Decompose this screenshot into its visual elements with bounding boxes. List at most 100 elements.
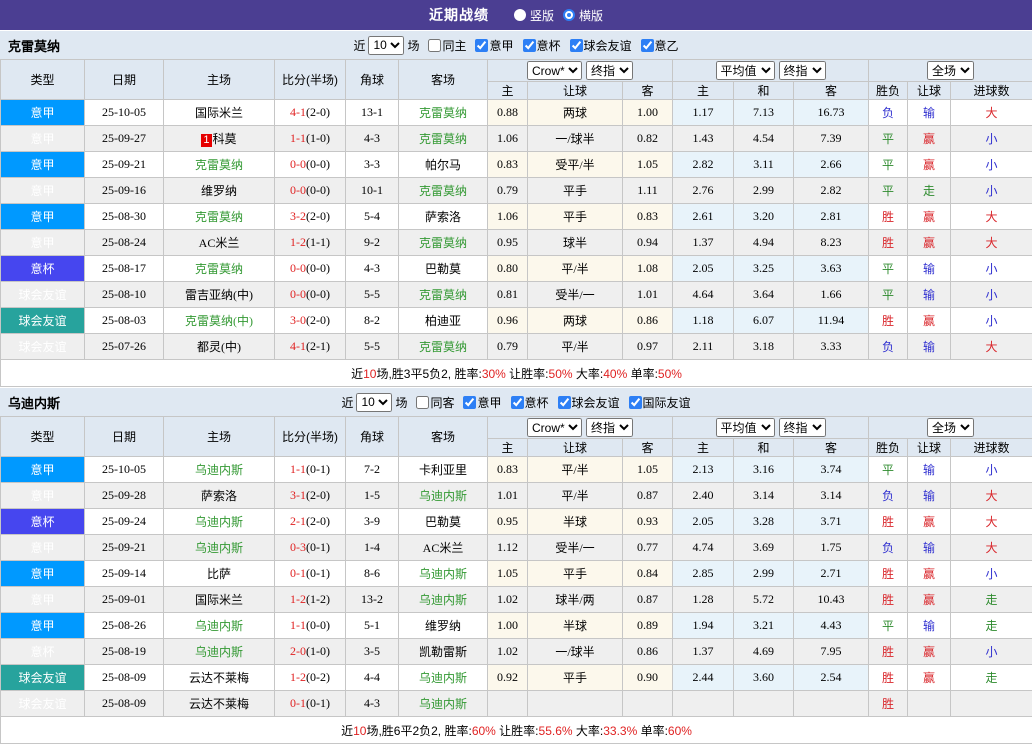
same-venue-option[interactable]: 同主 bbox=[422, 37, 466, 54]
league-filter-option-4[interactable]: 国际友谊 bbox=[623, 394, 691, 411]
league-filter-checkbox-4[interactable] bbox=[641, 39, 654, 52]
league-filter-option-1[interactable]: 意甲 bbox=[457, 394, 501, 411]
radio-horizontal-selected-icon[interactable] bbox=[563, 9, 575, 21]
sections-container: 克雷莫纳近10场同主意甲意杯球会友谊意乙类型日期主场比分(半场)角球客场Crow… bbox=[0, 30, 1032, 744]
league-filter-checkbox-3[interactable] bbox=[570, 39, 583, 52]
fulltime-select[interactable]: 全场 bbox=[927, 418, 974, 437]
handicap-line: 半球 bbox=[528, 509, 623, 535]
handicap-company-select[interactable]: Crow* bbox=[527, 61, 582, 80]
recent-games-select[interactable]: 10 bbox=[356, 393, 392, 412]
handicap-home-odds: 1.05 bbox=[488, 561, 528, 587]
result-handicap: 赢 bbox=[908, 204, 951, 230]
avg-odds-select[interactable]: 平均值 bbox=[716, 61, 775, 80]
handicap-final-select[interactable]: 终指 bbox=[586, 61, 633, 80]
league-type-cell: 球会友谊 bbox=[1, 282, 85, 308]
same-venue-option[interactable]: 同客 bbox=[410, 394, 454, 411]
fulltime-score: 3-0 bbox=[290, 313, 306, 327]
league-filter-checkbox-2[interactable] bbox=[511, 396, 524, 409]
date-cell: 25-08-09 bbox=[85, 691, 164, 717]
fulltime-score: 1-2 bbox=[290, 670, 306, 684]
league-filter-option-4[interactable]: 意乙 bbox=[635, 37, 679, 54]
home-team-cell: 克雷莫纳 bbox=[164, 204, 275, 230]
europe-final-select[interactable]: 终指 bbox=[779, 61, 826, 80]
summary-segment: 场,胜3平5负2, 胜率: bbox=[376, 367, 481, 381]
recent-games-select[interactable]: 10 bbox=[368, 36, 404, 55]
fulltime-score: 1-2 bbox=[290, 235, 306, 249]
handicap-company-select[interactable]: Crow* bbox=[527, 418, 582, 437]
result-winloss: 胜 bbox=[869, 308, 908, 334]
handicap-home-odds: 0.92 bbox=[488, 665, 528, 691]
result-handicap: 赢 bbox=[908, 509, 951, 535]
header-row-groups: 类型日期主场比分(半场)角球客场Crow*终指平均值终指全场 bbox=[1, 60, 1032, 82]
score-cell: 1-2(0-2) bbox=[275, 665, 346, 691]
away-team-name: 乌迪内斯 bbox=[419, 671, 467, 685]
home-team-name: 乌迪内斯 bbox=[195, 645, 243, 659]
avg-draw-odds: 3.14 bbox=[734, 483, 794, 509]
league-filter-checkbox-4[interactable] bbox=[629, 396, 642, 409]
avg-odds-select[interactable]: 平均值 bbox=[716, 418, 775, 437]
halftime-score: (1-2) bbox=[306, 592, 330, 606]
layout-horizontal-option[interactable]: 横版 bbox=[563, 7, 603, 24]
fulltime-select[interactable]: 全场 bbox=[927, 61, 974, 80]
corner-cell: 1-4 bbox=[346, 535, 399, 561]
handicap-away-odds: 0.89 bbox=[623, 613, 673, 639]
home-team-cell: 萨索洛 bbox=[164, 483, 275, 509]
home-team-cell: 比萨 bbox=[164, 561, 275, 587]
avg-away-odds: 2.66 bbox=[794, 152, 869, 178]
handicap-line: 一/球半 bbox=[528, 639, 623, 665]
score-cell: 0-0(0-0) bbox=[275, 256, 346, 282]
layout-vertical-option[interactable]: 竖版 bbox=[514, 7, 554, 24]
away-team-cell: 克雷莫纳 bbox=[399, 230, 488, 256]
corner-cell: 13-1 bbox=[346, 100, 399, 126]
league-filter-label: 意杯 bbox=[525, 394, 549, 411]
away-team-cell: AC米兰 bbox=[399, 535, 488, 561]
col-subheader-9: 进球数 bbox=[951, 82, 1032, 100]
same-venue-checkbox[interactable] bbox=[428, 39, 441, 52]
league-type-cell: 意甲 bbox=[1, 204, 85, 230]
league-filter-option-3[interactable]: 球会友谊 bbox=[552, 394, 620, 411]
league-filter-option-2[interactable]: 意杯 bbox=[505, 394, 549, 411]
corner-cell: 8-6 bbox=[346, 561, 399, 587]
col-subheader-5: 和 bbox=[734, 439, 794, 457]
same-venue-checkbox[interactable] bbox=[416, 396, 429, 409]
league-filter-checkbox-1[interactable] bbox=[475, 39, 488, 52]
corner-cell: 10-1 bbox=[346, 178, 399, 204]
home-team-name: 都灵(中) bbox=[197, 340, 241, 354]
topbar: 近期战绩 竖版 横版 bbox=[0, 0, 1032, 30]
home-team-name: 乌迪内斯 bbox=[195, 619, 243, 633]
league-type-cell: 意甲 bbox=[1, 587, 85, 613]
avg-away-odds: 1.75 bbox=[794, 535, 869, 561]
handicap-away-odds: 0.83 bbox=[623, 204, 673, 230]
col-subheader-1: 主 bbox=[488, 439, 528, 457]
league-filter-checkbox-3[interactable] bbox=[558, 396, 571, 409]
fulltime-score: 4-1 bbox=[290, 339, 306, 353]
home-team-name: 乌迪内斯 bbox=[195, 463, 243, 477]
summary-segment: 10 bbox=[363, 367, 376, 381]
summary-segment: 33.3% bbox=[603, 724, 637, 738]
europe-final-select[interactable]: 终指 bbox=[779, 418, 826, 437]
avg-draw-odds: 3.18 bbox=[734, 334, 794, 360]
league-filter-checkbox-2[interactable] bbox=[523, 39, 536, 52]
handicap-final-select[interactable]: 终指 bbox=[586, 418, 633, 437]
handicap-line: 平/半 bbox=[528, 483, 623, 509]
handicap-home-odds: 0.95 bbox=[488, 230, 528, 256]
league-filter-checkbox-1[interactable] bbox=[463, 396, 476, 409]
home-team-cell: 乌迪内斯 bbox=[164, 613, 275, 639]
col-subheader-8: 让球 bbox=[908, 82, 951, 100]
league-type-cell: 意甲 bbox=[1, 178, 85, 204]
date-cell: 25-09-14 bbox=[85, 561, 164, 587]
league-filter-option-2[interactable]: 意杯 bbox=[517, 37, 561, 54]
league-filter-option-3[interactable]: 球会友谊 bbox=[564, 37, 632, 54]
score-cell: 0-1(0-1) bbox=[275, 691, 346, 717]
radio-vertical-icon[interactable] bbox=[514, 9, 526, 21]
away-team-name: 克雷莫纳 bbox=[419, 236, 467, 250]
summary-segment: 大率: bbox=[573, 367, 604, 381]
avg-draw-odds: 7.13 bbox=[734, 100, 794, 126]
summary-segment: 55.6% bbox=[539, 724, 573, 738]
league-filter-label: 意乙 bbox=[655, 37, 679, 54]
score-cell: 1-2(1-1) bbox=[275, 230, 346, 256]
score-cell: 0-3(0-1) bbox=[275, 535, 346, 561]
match-row: 意甲25-09-01国际米兰1-2(1-2)13-2乌迪内斯1.02球半/两0.… bbox=[1, 587, 1032, 613]
league-filter-option-1[interactable]: 意甲 bbox=[469, 37, 513, 54]
corner-cell: 9-2 bbox=[346, 230, 399, 256]
